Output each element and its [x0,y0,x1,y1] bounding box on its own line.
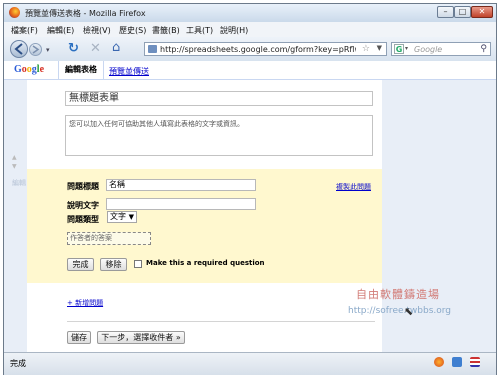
required-checkbox[interactable] [134,260,142,268]
status-bar: 完成 [4,352,496,375]
form-description-input[interactable]: 您可以加入任何可協助其他人填寫此表格的文字或資訊。 [65,115,373,156]
browser-window: 預覽並傳送表格 - Mozilla Firefox – □ ✕ 檔案(F) 編輯… [3,3,497,375]
page-content: Google 編輯表格 預覽並傳送 無標題表單 您可以加入任何可協助其他人填寫此… [4,61,496,352]
addon-icon[interactable] [434,357,444,367]
search-placeholder: Google [414,45,443,54]
minimize-button[interactable]: – [437,6,454,18]
question-title-label: 問題標題 [67,182,99,191]
menu-edit[interactable]: 編輯(E) [47,25,74,36]
home-icon[interactable]: ⌂ [112,40,120,55]
status-text: 完成 [10,359,26,368]
search-box[interactable]: G ▾ Google ⚲ [391,42,491,56]
engine-dropdown-icon[interactable]: ▾ [405,45,408,52]
tab-edit-form[interactable]: 編輯表格 [58,61,104,79]
bookmark-star-icon[interactable]: ☆ [362,44,370,54]
menu-tools[interactable]: 工具(T) [186,25,213,36]
sync-icon[interactable] [452,357,462,367]
question-type-value: 文字 [110,212,126,221]
form-title-input[interactable]: 無標題表單 [65,91,373,106]
title-bar: 預覽並傳送表格 - Mozilla Firefox – □ ✕ [4,4,496,22]
help-text-input[interactable] [106,198,256,210]
url-text: http://spreadsheets.google.com/gform?key… [160,45,356,54]
question-drag-handle[interactable]: ▲ ▼ 編輯 [4,150,27,192]
back-arrow-icon [14,43,23,55]
menu-view[interactable]: 檢視(V) [83,25,111,36]
back-button[interactable] [10,40,28,58]
forward-arrow-icon [32,45,40,54]
mouse-cursor-icon: ⬉ [404,305,414,318]
menu-file[interactable]: 檔案(F) [11,25,38,36]
menu-help[interactable]: 說明(H) [220,25,248,36]
watermark-url: http://sofree.twbbs.org [348,306,451,316]
maximize-button[interactable]: □ [454,6,471,18]
locale-flag-icon[interactable] [470,357,480,367]
window-title: 預覽並傳送表格 - Mozilla Firefox [25,9,146,18]
close-button[interactable]: ✕ [471,6,493,18]
move-up-icon[interactable]: ▲ [12,154,17,161]
delete-question-button[interactable]: 移除 [100,258,127,271]
question-title-input[interactable]: 名稱 [106,179,256,191]
help-text-label: 說明文字 [67,201,99,210]
address-bar[interactable]: http://spreadsheets.google.com/gform?key… [144,42,387,56]
select-dropdown-icon: ▼ [128,213,134,221]
site-favicon [148,45,157,53]
add-question-link[interactable]: + 新增問題 [67,298,103,308]
navigation-bar: ▾ ↻ ✕ ⌂ http://spreadsheets.google.com/g… [4,37,496,62]
google-search-engine-icon[interactable]: G [394,44,404,54]
menu-bookmarks[interactable]: 書籤(B) [152,25,180,36]
required-label: Make this a required question [146,259,265,267]
form-editor: 無標題表單 您可以加入任何可協助其他人填寫此表格的文字或資訊。 問題標題 名稱 … [27,80,382,352]
url-dropdown-icon[interactable]: ▼ [377,44,382,52]
reload-icon[interactable]: ↻ [68,41,79,56]
edit-label: 編輯 [12,179,26,187]
menu-history[interactable]: 歷史(S) [119,25,146,36]
forward-button[interactable] [29,43,42,56]
question-type-label: 問題類型 [67,215,99,224]
next-choose-recipients-button[interactable]: 下一步，選擇收件者 » [97,331,185,344]
save-button[interactable]: 儲存 [67,331,91,344]
watermark-logo: 自由軟體鑄造場 [356,288,440,301]
question-type-select[interactable]: 文字 ▼ [107,211,137,223]
stop-icon[interactable]: ✕ [90,41,101,56]
copy-question-link[interactable]: 複製此問題 [336,182,371,192]
divider [67,321,375,322]
menu-bar: 檔案(F) 編輯(E) 檢視(V) 歷史(S) 書籤(B) 工具(T) 說明(H… [4,22,496,37]
google-logo: Google [14,64,45,75]
history-dropdown-icon[interactable]: ▾ [46,46,50,54]
answer-preview-field: 作答者的答案 [67,232,151,245]
search-icon[interactable]: ⚲ [480,44,487,54]
done-button[interactable]: 完成 [67,258,94,271]
move-down-icon[interactable]: ▼ [12,163,17,170]
tab-preview-send[interactable]: 預覽並傳送 [109,66,149,77]
google-header: Google 編輯表格 預覽並傳送 [4,61,496,80]
firefox-icon [9,7,20,18]
